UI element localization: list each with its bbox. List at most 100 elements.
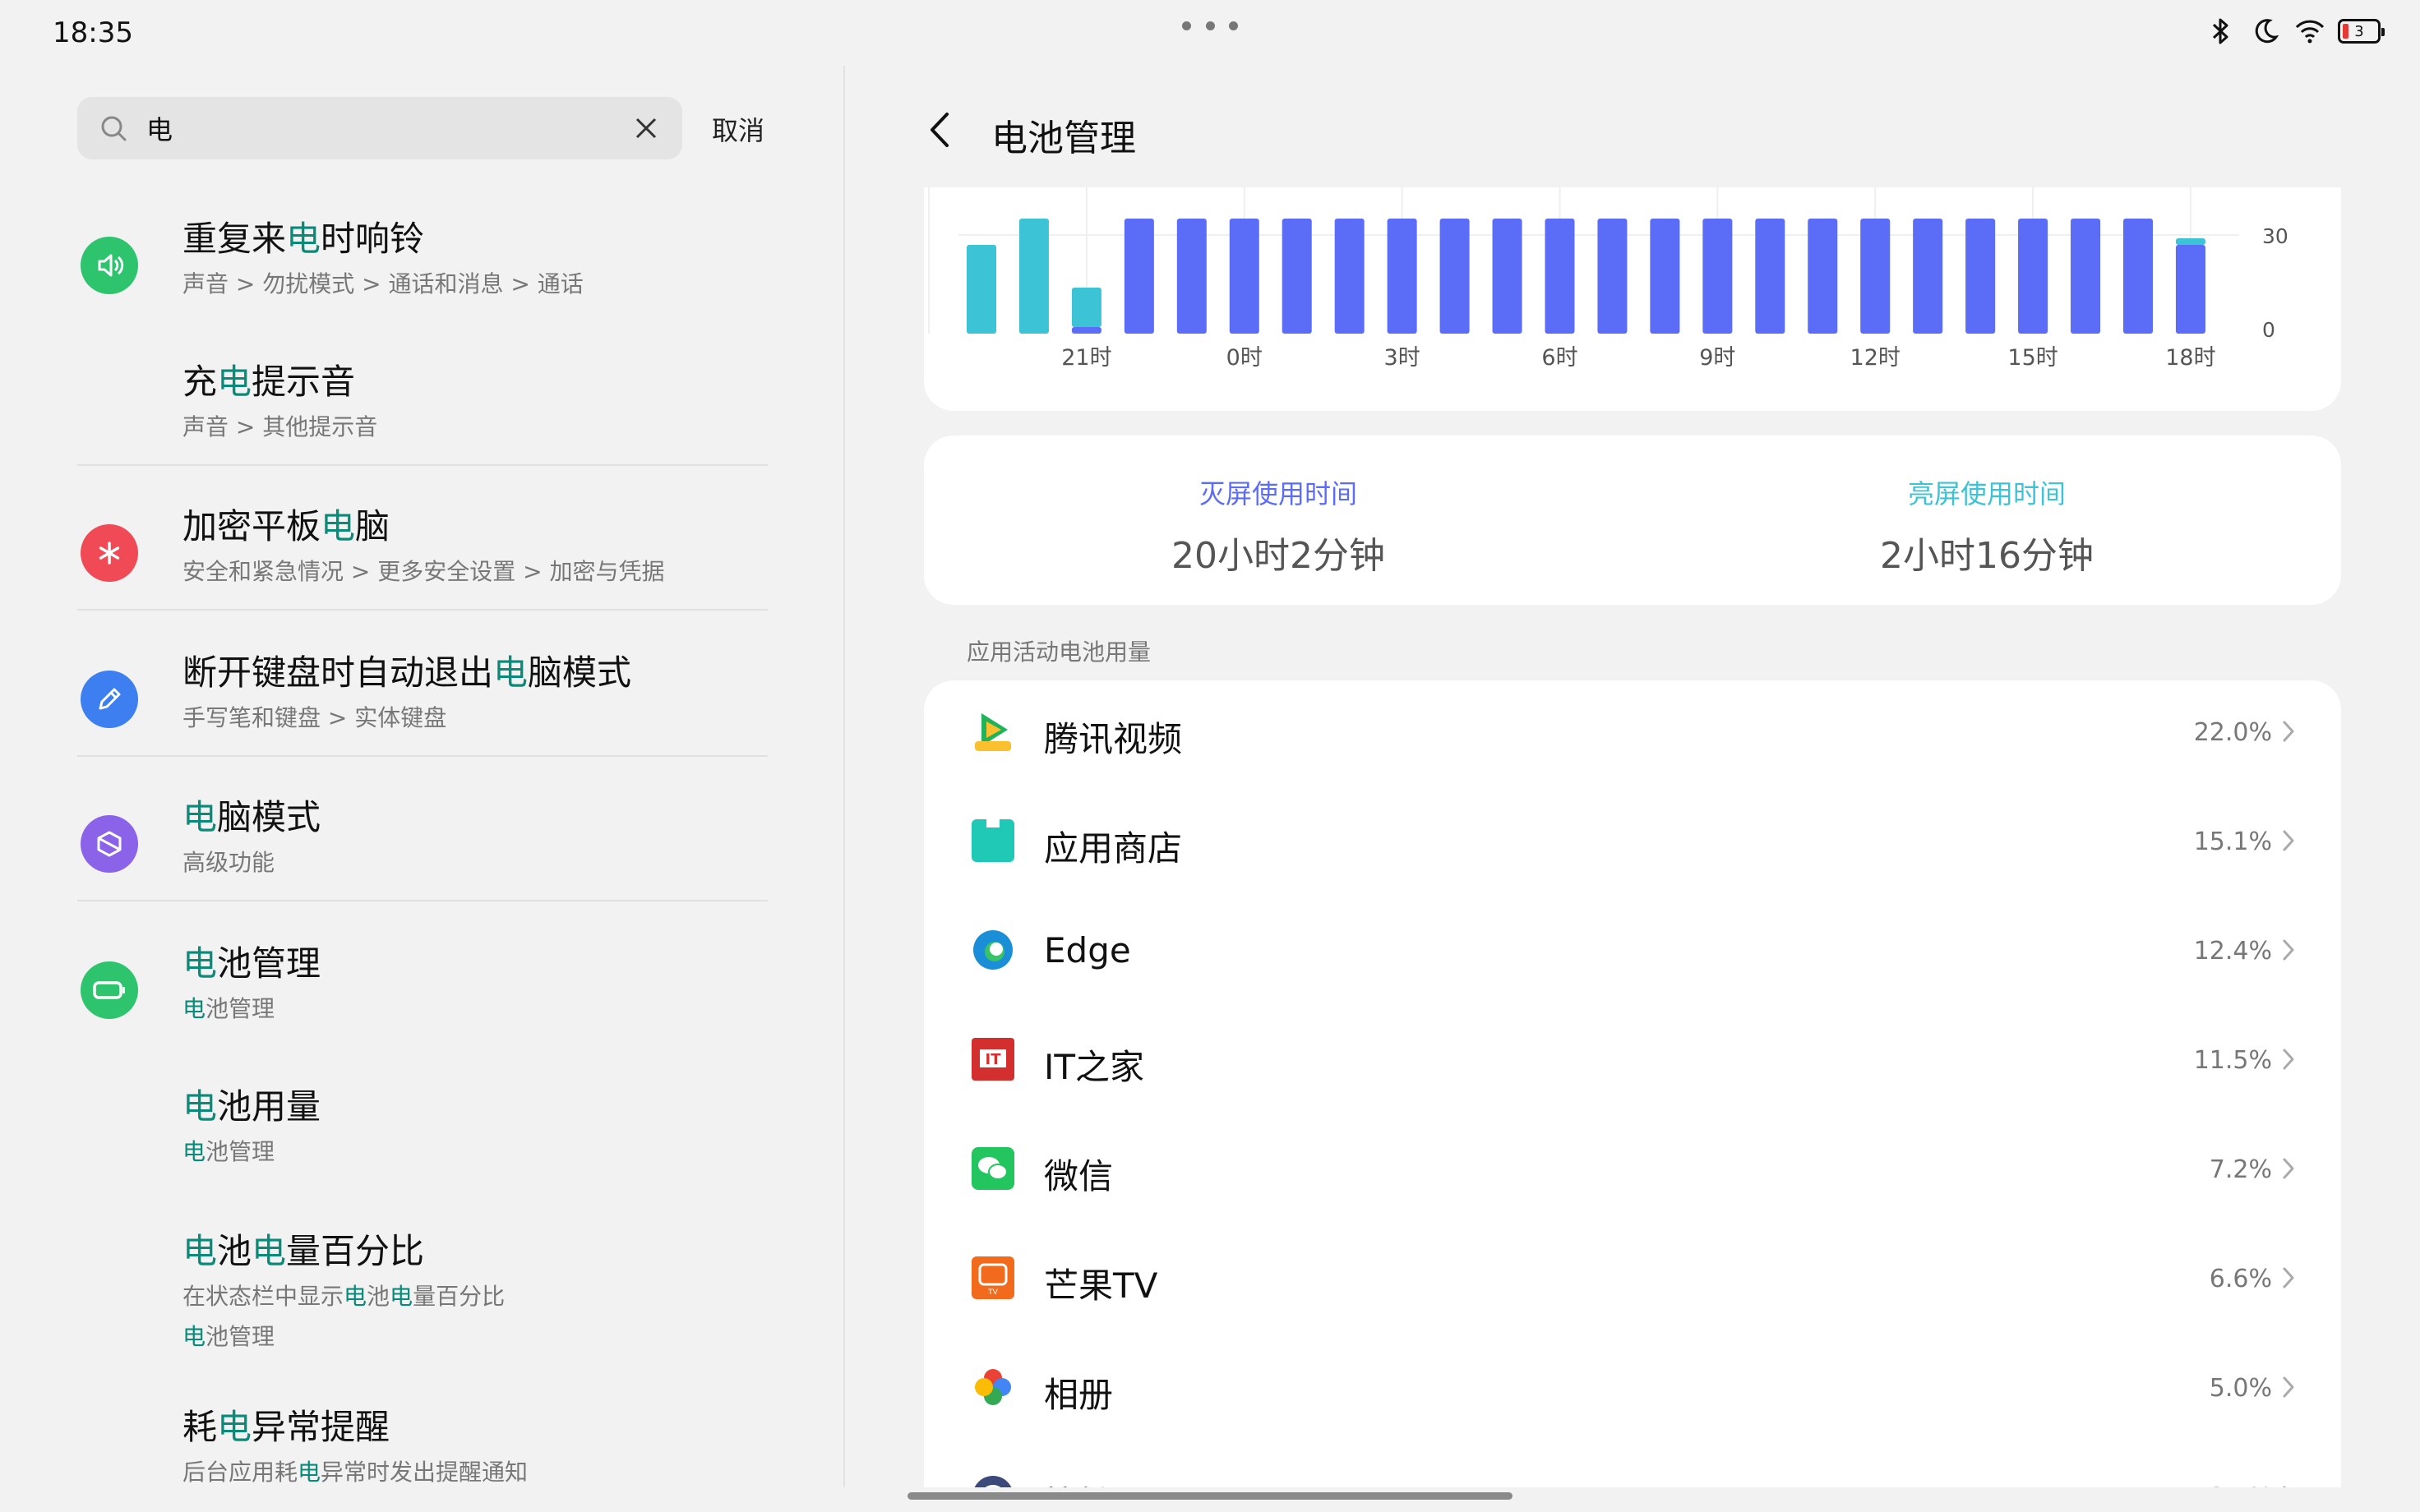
photos-icon — [970, 1364, 1016, 1410]
chart-y-tick-label: 0 — [2262, 318, 2275, 342]
app-usage-percent: 6.6% — [2209, 1265, 2272, 1293]
app-name: 微信 — [1044, 1156, 1114, 1196]
result-description: 在状态栏中显示电池电量百分比 — [182, 1283, 506, 1311]
chart-bar-screen-off — [1439, 219, 1470, 334]
app-name: IT之家 — [1044, 1047, 1145, 1087]
search-result-item[interactable]: 重复来电时响铃 声音 > 勿扰模式 > 通话和消息 > 通话 — [77, 205, 768, 321]
home-indicator[interactable] — [908, 1492, 1512, 1500]
chart-bar-screen-off — [1702, 219, 1733, 334]
chart-x-tick-label: 18时 — [2165, 345, 2215, 371]
app-usage-percent: 3.5% — [2210, 1483, 2272, 1487]
chart-x-tick-label: 21时 — [1061, 345, 1111, 371]
app-usage-row[interactable]: 相册 5.0% — [924, 1336, 2341, 1439]
screen-off-label: 灭屏使用时间 — [1198, 478, 1357, 509]
app-usage-row[interactable]: 腾讯视频 22.0% — [924, 680, 2341, 783]
battery-level: 3 — [2354, 22, 2364, 40]
speaker-icon — [81, 237, 138, 294]
search-input[interactable]: 电 — [146, 109, 630, 147]
chart-bar-screen-off — [1913, 219, 1943, 334]
usage-time-card: 灭屏使用时间 20小时2分钟 亮屏使用时间 2小时16分钟 — [924, 436, 2341, 605]
chevron-right-icon — [2282, 824, 2302, 857]
page-title: 电池管理 — [991, 118, 1136, 159]
status-icons: 3 — [2205, 15, 2385, 48]
chart-bar-screen-off — [2071, 219, 2101, 334]
chevron-right-icon — [2282, 1480, 2302, 1487]
app-usage-row[interactable]: 快橙 3.5% — [924, 1445, 2341, 1487]
screen-on-label: 亮屏使用时间 — [1907, 478, 2066, 509]
chart-bar-screen-off — [1650, 219, 1680, 334]
chart-bar-screen-off — [1387, 219, 1417, 334]
cancel-button[interactable]: 取消 — [712, 110, 764, 148]
screen-off-value: 20小时2分钟 — [1171, 535, 1385, 577]
app-usage-row[interactable]: 微信 7.2% — [924, 1118, 2341, 1220]
search-bar[interactable]: 电 — [77, 97, 682, 159]
screen-on-column: 亮屏使用时间 2小时16分钟 — [1633, 473, 2341, 579]
app-usage-percent: 11.5% — [2193, 1046, 2272, 1075]
search-icon — [97, 112, 130, 145]
chart-bar-screen-off — [2175, 245, 2205, 334]
chevron-right-icon — [2282, 1043, 2302, 1076]
app-usage-row[interactable]: TV 芒果TV 6.6% — [924, 1227, 2341, 1330]
result-title: 加密平板电脑 — [182, 506, 390, 546]
chart-bar-screen-on — [1071, 288, 1101, 327]
chart-x-tick-label: 12时 — [1850, 345, 1900, 371]
search-results-list: 重复来电时响铃 声音 > 勿扰模式 > 通话和消息 > 通话充电提示音声音 > 其… — [77, 205, 768, 1487]
svg-text:IT: IT — [986, 1051, 1002, 1068]
result-title: 重复来电时响铃 — [182, 219, 425, 259]
result-path: 声音 > 其他提示音 — [182, 413, 378, 441]
result-title: 电池管理 — [182, 943, 321, 984]
result-title: 电池电量百分比 — [182, 1231, 425, 1271]
chart-bar-screen-off — [2122, 219, 2153, 334]
app-name: 快橙 — [1044, 1477, 1113, 1487]
chart-bar-screen-off — [1965, 219, 1996, 334]
status-time: 18:35 — [53, 16, 133, 49]
app-usage-percent: 7.2% — [2209, 1155, 2272, 1184]
pen-icon — [81, 671, 138, 728]
search-result-item[interactable]: 充电提示音声音 > 其他提示音 — [77, 348, 768, 466]
wechat-icon — [970, 1146, 1016, 1192]
chart-x-tick-label: 3时 — [1384, 345, 1420, 371]
mango-tv-icon: TV — [970, 1255, 1016, 1301]
search-result-item[interactable]: 电池用量 电池管理 — [77, 1073, 768, 1189]
clear-search-icon[interactable] — [630, 112, 663, 145]
search-pane: 电 取消 重复来电时响铃 声音 > 勿扰模式 > 通话和消息 > 通话充电提示音声… — [0, 66, 843, 1487]
result-title: 断开键盘时自动退出电脑模式 — [182, 652, 632, 693]
ithome-icon: IT — [970, 1036, 1016, 1082]
search-result-item[interactable]: 加密平板电脑安全和紧急情况 > 更多安全设置 > 加密与凭据 — [77, 493, 768, 611]
screen-off-column: 灭屏使用时间 20小时2分钟 — [924, 473, 1633, 579]
chart-bar-screen-off — [1229, 219, 1259, 334]
search-result-item[interactable]: 电池管理 电池管理 — [77, 930, 768, 1046]
app-name: 腾讯视频 — [1044, 719, 1183, 759]
asterisk-icon — [81, 524, 138, 582]
app-usage-row[interactable]: IT IT之家 11.5% — [924, 1008, 2341, 1111]
app-name: 应用商店 — [1044, 828, 1183, 869]
battery-icon — [81, 961, 138, 1019]
app-usage-percent: 5.0% — [2209, 1374, 2272, 1403]
search-result-item[interactable]: 电脑模式 高级功能 — [77, 784, 768, 901]
chart-bar-screen-on — [1018, 219, 1049, 334]
search-result-item[interactable]: 断开键盘时自动退出电脑模式手写笔和键盘 > 实体键盘 — [77, 639, 768, 757]
chart-bar-screen-off — [1492, 219, 1522, 334]
chart-x-tick-label: 15时 — [2007, 345, 2057, 371]
chevron-right-icon — [2282, 1261, 2302, 1294]
chart-bar-screen-off — [1860, 219, 1891, 334]
result-path: 安全和紧急情况 > 更多安全设置 > 加密与凭据 — [182, 558, 665, 586]
result-path: 手写笔和键盘 > 实体键盘 — [182, 704, 447, 732]
result-path: 电池管理 — [182, 1138, 275, 1166]
back-button[interactable] — [919, 107, 960, 153]
kuaicheng-icon — [970, 1473, 1016, 1487]
result-title: 充电提示音 — [182, 362, 356, 402]
battery-status-icon: 3 — [2338, 19, 2385, 44]
search-result-item[interactable]: 电池电量百分比 在状态栏中显示电池电量百分比 电池管理 — [77, 1218, 768, 1373]
result-path: 电池管理 — [182, 995, 275, 1023]
multitask-dots-icon[interactable] — [1182, 21, 1238, 31]
search-result-item[interactable]: 耗电异常提醒 后台应用耗电异常时发出提醒通知 — [77, 1394, 768, 1487]
chart-bar-screen-off — [1124, 219, 1154, 334]
app-usage-row[interactable]: 应用商店 15.1% — [924, 790, 2341, 892]
chevron-right-icon — [2282, 715, 2302, 748]
chart-bar-screen-off — [2018, 219, 2048, 334]
app-usage-percent: 12.4% — [2193, 937, 2272, 966]
app-usage-row[interactable]: Edge 12.4% — [924, 899, 2341, 1002]
result-path: 后台应用耗电异常时发出提醒通知 — [182, 1459, 529, 1487]
result-path: 高级功能 — [182, 849, 275, 877]
